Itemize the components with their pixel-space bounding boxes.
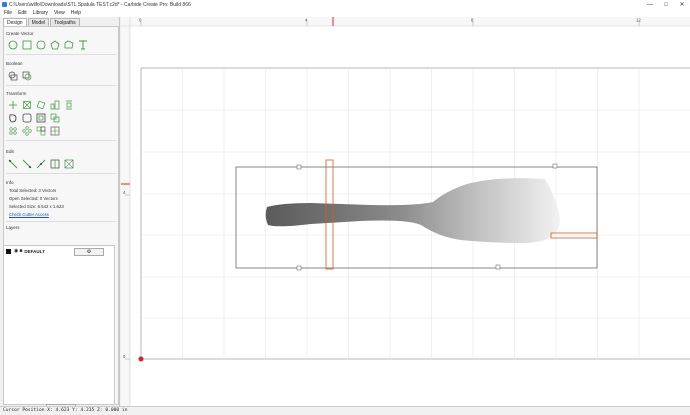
menu-library[interactable]: Library	[33, 10, 48, 16]
divider	[6, 140, 116, 141]
minimize-button[interactable]: —	[642, 0, 658, 9]
window-controls: — □ ✕	[642, 0, 690, 9]
menu-view[interactable]: View	[54, 10, 65, 16]
offset-icon[interactable]	[8, 113, 18, 123]
title-bar: C:\Users\wilfo\Downloads\STL Spatula TES…	[0, 0, 690, 9]
fit-icon[interactable]	[64, 159, 74, 169]
array-icon[interactable]	[50, 113, 60, 123]
layer-name: DEFAULT	[24, 248, 45, 254]
app-icon	[2, 2, 7, 7]
layers-list: ◉ ■ DEFAULT ⚙	[3, 245, 115, 405]
section-transform: Transform	[6, 91, 27, 96]
mirror-icon[interactable]	[50, 100, 60, 110]
design-canvas[interactable]: 0 4 8 12 4 0	[121, 17, 690, 406]
left-panel: Design Model Toolpaths Create Vector Boo…	[0, 17, 120, 412]
divider	[6, 54, 116, 55]
left-ruler	[121, 17, 130, 406]
wrap-icon[interactable]	[50, 126, 60, 136]
layer-color-swatch[interactable]	[6, 248, 11, 254]
eye-icon[interactable]: ◉	[14, 248, 18, 254]
section-create-vector: Create Vector	[6, 31, 34, 36]
canvas-svg: 0 4 8 12 4 0	[121, 17, 690, 406]
fillet-icon[interactable]	[22, 113, 32, 123]
trim-icon[interactable]	[22, 159, 32, 169]
pentagon-tool-icon[interactable]	[50, 40, 60, 50]
menu-edit[interactable]: Edit	[18, 10, 27, 16]
move-icon[interactable]	[8, 100, 18, 110]
union-icon[interactable]	[8, 71, 18, 81]
check-cutter-access-link[interactable]: Check Cutter Access	[9, 212, 49, 217]
transform-tools-row3	[8, 126, 60, 136]
align-icon[interactable]	[64, 100, 74, 110]
rectangle-tool-icon[interactable]	[22, 40, 32, 50]
split-icon[interactable]	[50, 159, 60, 169]
gear-icon: ⚙	[86, 249, 92, 255]
text-tool-icon[interactable]	[78, 40, 88, 50]
window-title: C:\Users\wilfo\Downloads\STL Spatula TES…	[9, 1, 191, 8]
section-edit: Edit	[6, 149, 14, 154]
intersect-icon[interactable]	[22, 71, 32, 81]
divider	[6, 173, 116, 174]
close-button[interactable]: ✕	[674, 0, 690, 9]
node-edit-icon[interactable]	[8, 159, 18, 169]
polygon-tool-icon[interactable]	[36, 40, 46, 50]
tab-bar: Design Model Toolpaths	[3, 18, 81, 27]
create-vector-tools	[8, 40, 88, 50]
transform-tools-row2	[8, 113, 60, 123]
layer-settings-button[interactable]: ⚙	[74, 248, 104, 256]
ruler-label-12: 12	[636, 18, 641, 23]
section-info: Info	[6, 180, 14, 185]
scale-icon[interactable]	[22, 100, 32, 110]
group-icon[interactable]	[36, 113, 46, 123]
rotate-icon[interactable]	[36, 100, 46, 110]
section-layers: Layers	[6, 225, 20, 230]
join-icon[interactable]	[36, 159, 46, 169]
menu-file[interactable]: File	[4, 10, 12, 16]
maximize-button[interactable]: □	[658, 0, 674, 9]
menu-help[interactable]: Help	[71, 10, 81, 16]
lock-icon[interactable]: ■	[19, 248, 22, 254]
pattern-icon[interactable]	[8, 126, 18, 136]
curve-tool-icon[interactable]	[64, 40, 74, 50]
origin-marker	[138, 356, 144, 362]
section-boolean: Boolean	[6, 61, 23, 66]
edit-tools	[8, 159, 74, 169]
divider	[6, 85, 116, 86]
boolean-tools	[8, 71, 32, 81]
transform-tools-row1	[8, 100, 74, 110]
open-selected-text: Open Selected: 0 Vectors	[9, 196, 58, 201]
total-selected-text: Total Selected: 3 Vectors	[9, 188, 57, 193]
layer-row[interactable]: ◉ ■ DEFAULT ⚙	[6, 248, 112, 256]
top-ruler	[121, 17, 690, 26]
distribute-icon[interactable]	[22, 126, 32, 136]
selected-size-text: Selected Size: 6.542 x 1.623	[9, 204, 64, 209]
divider	[6, 221, 116, 222]
nest-icon[interactable]	[36, 126, 46, 136]
circle-tool-icon[interactable]	[8, 40, 18, 50]
